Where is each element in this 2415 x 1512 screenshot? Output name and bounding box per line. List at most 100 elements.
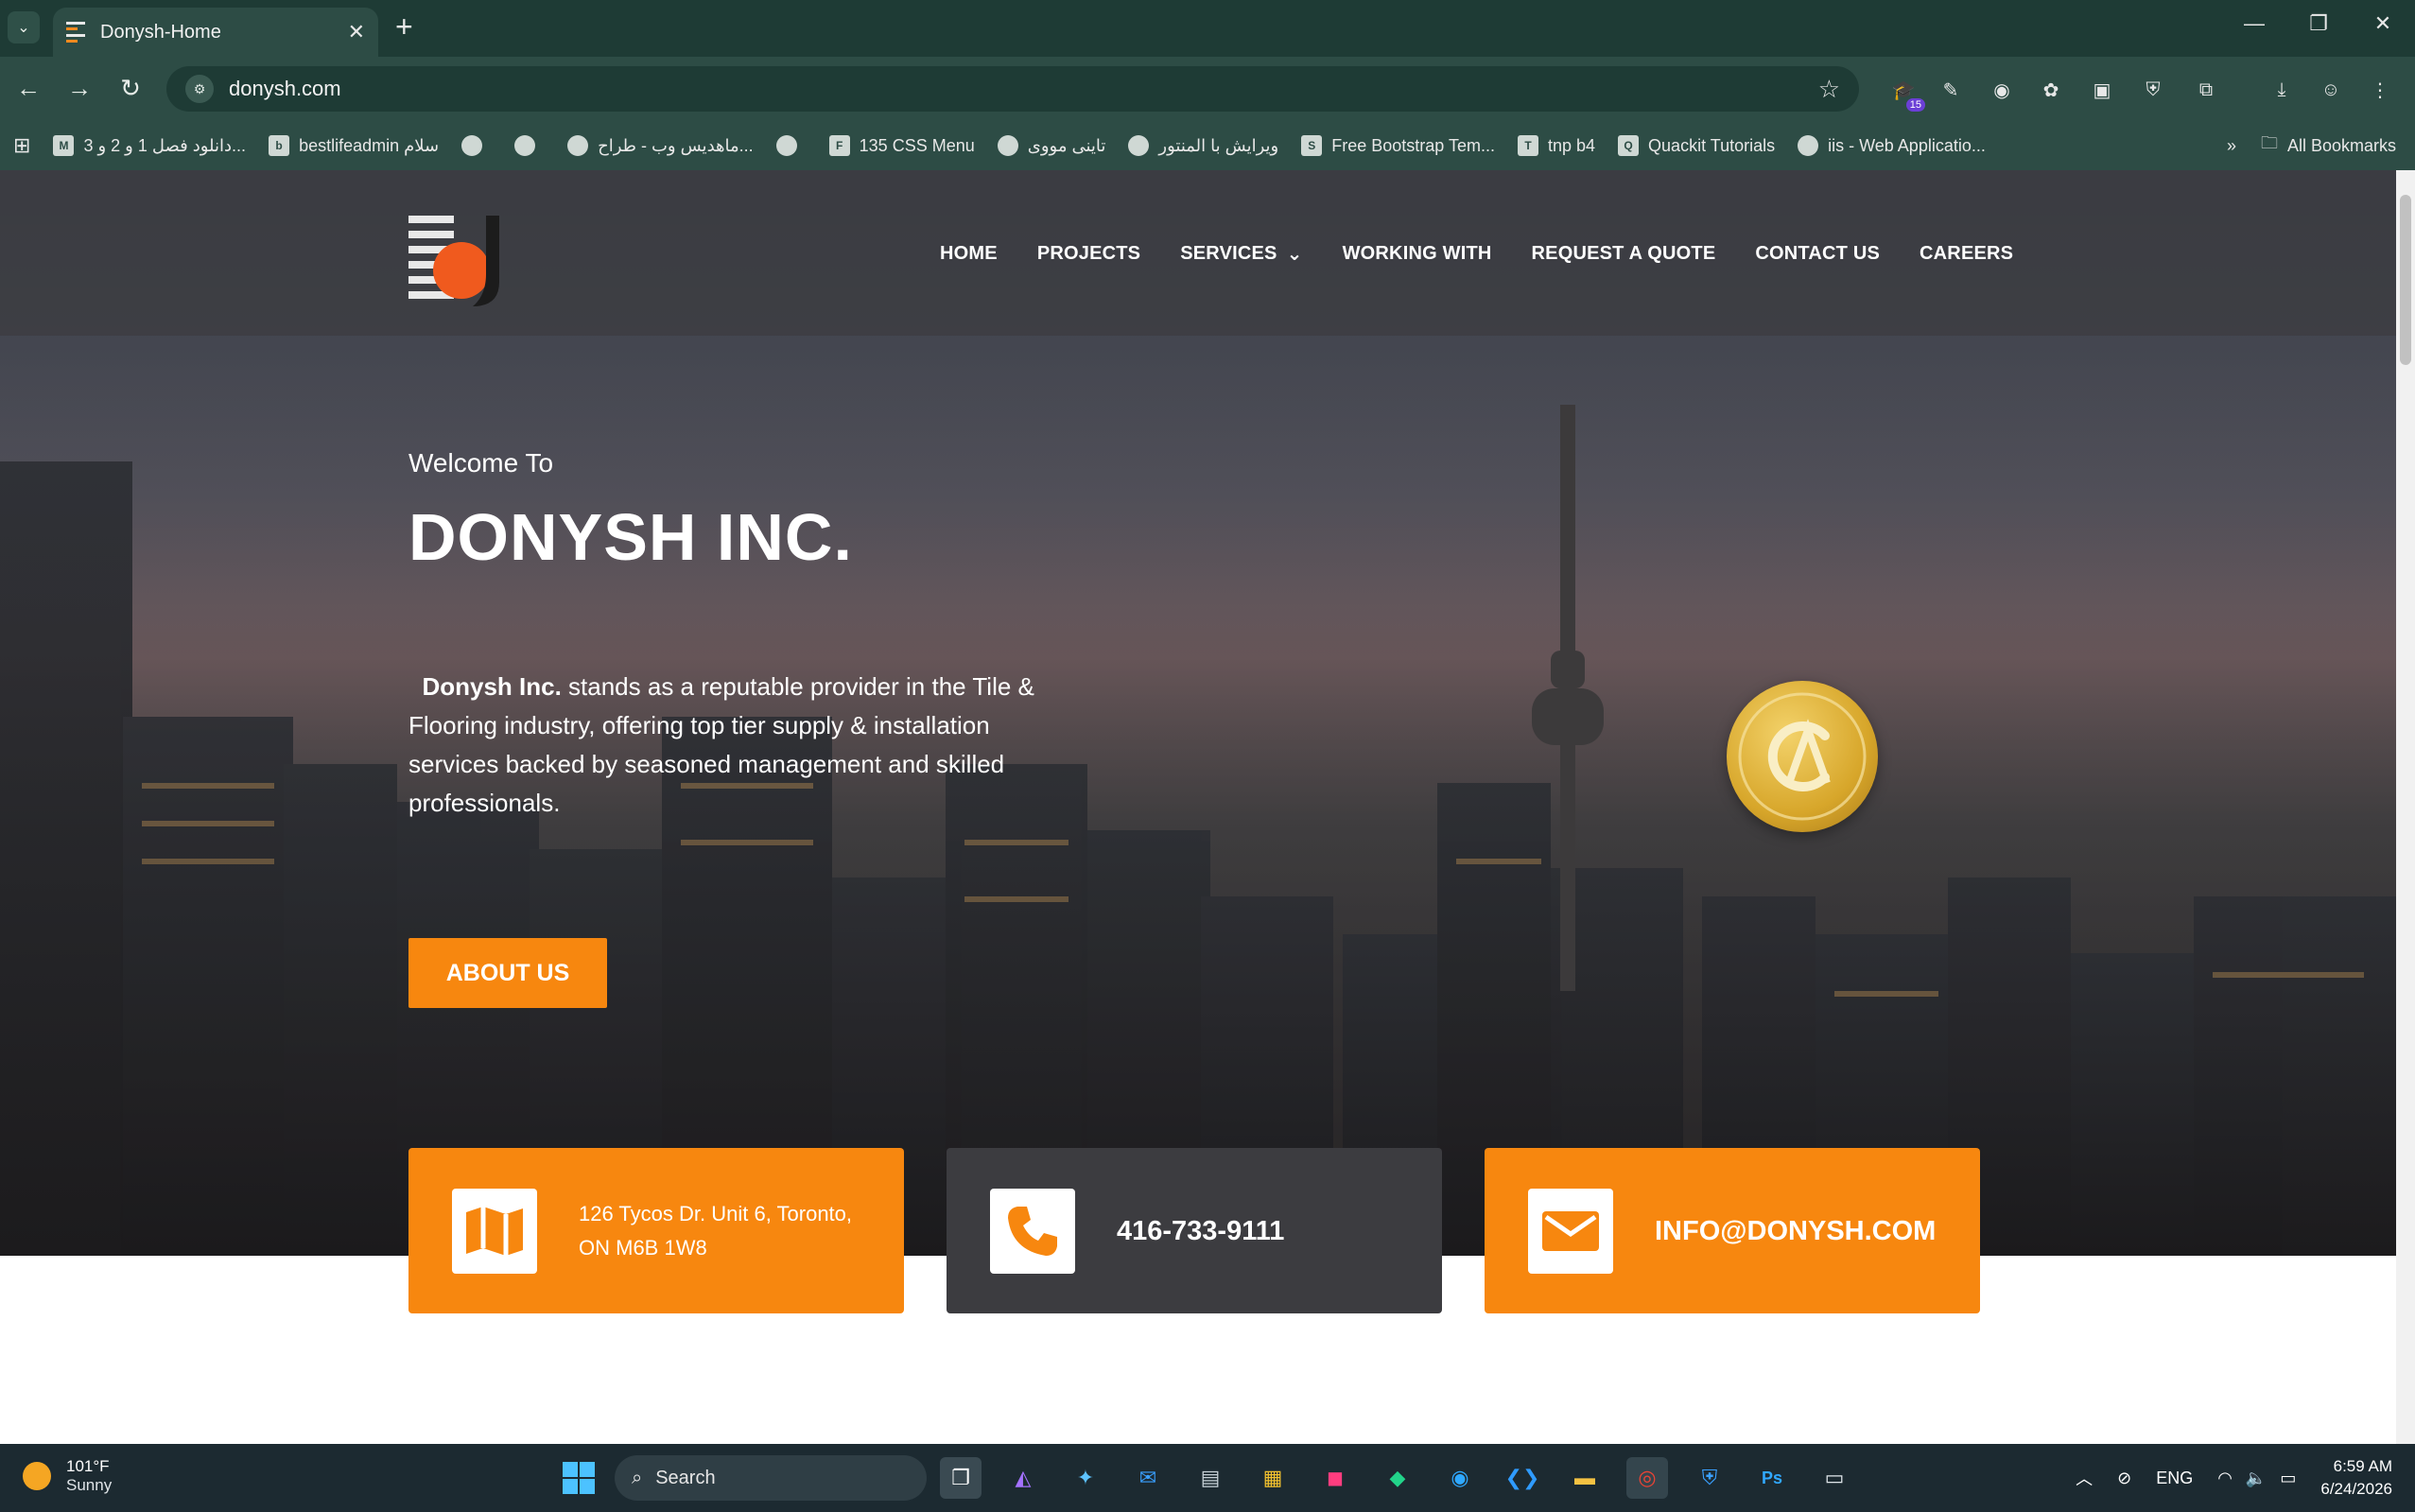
bookmark-item[interactable]: تاینی مووی bbox=[997, 135, 1105, 156]
pen-extension-icon[interactable]: ✎ bbox=[1935, 74, 1967, 106]
bookmark-item[interactable]: M دانلود فصل 1 و 2 و 3... bbox=[53, 135, 246, 156]
volume-icon[interactable]: 🔈 bbox=[2246, 1469, 2267, 1488]
sun-icon bbox=[23, 1462, 51, 1490]
chevron-down-icon: ⌄ bbox=[1286, 244, 1303, 265]
extension-puzzle-icon[interactable]: 🎓 15 bbox=[1887, 74, 1925, 112]
chrome-icon[interactable]: ◎ bbox=[1626, 1457, 1668, 1499]
nav-item-working-with[interactable]: WORKING WITH bbox=[1343, 242, 1492, 266]
bookmark-item[interactable]: S Free Bootstrap Tem... bbox=[1301, 135, 1495, 156]
bookmark-item[interactable]: F 135 CSS Menu bbox=[828, 135, 975, 156]
bookmark-favicon-icon bbox=[1128, 135, 1150, 156]
menu-dots-icon[interactable]: ⋮ bbox=[2364, 74, 2396, 106]
url-text[interactable]: donysh.com bbox=[229, 77, 1818, 101]
nav-item-careers[interactable]: CAREERS bbox=[1920, 242, 2013, 266]
bookmark-item[interactable]: Q Quackit Tutorials bbox=[1618, 135, 1775, 156]
address-card: 126 Tycos Dr. Unit 6, Toronto, ON M6B 1W… bbox=[408, 1148, 904, 1313]
defender-icon[interactable]: ⛨ bbox=[1689, 1457, 1730, 1499]
visual-studio-icon[interactable]: ◭ bbox=[1002, 1457, 1044, 1499]
vscode-icon[interactable]: ❮❯ bbox=[1502, 1457, 1543, 1499]
bookmark-favicon-icon: F bbox=[828, 135, 850, 156]
bookmark-item[interactable]: Ttnp b4 bbox=[1518, 135, 1595, 156]
window-extension-icon[interactable]: ▣ bbox=[2086, 74, 2118, 106]
file-manager-icon[interactable]: ▤ bbox=[1190, 1457, 1231, 1499]
download-icon[interactable]: ⤓ bbox=[2266, 74, 2298, 106]
bookmark-star-icon[interactable]: ☆ bbox=[1818, 75, 1840, 104]
photoshop-icon[interactable]: Ps bbox=[1751, 1457, 1793, 1499]
bookmark-item[interactable] bbox=[461, 135, 492, 156]
task-view-icon[interactable]: ❐ bbox=[940, 1457, 982, 1499]
back-icon[interactable]: ← bbox=[9, 74, 47, 103]
email-address[interactable]: INFO@DONYSH.COM bbox=[1655, 1214, 1936, 1248]
bookmark-item[interactable] bbox=[514, 135, 545, 156]
bookmark-item[interactable]: ماهدیس وب - طراح... bbox=[567, 135, 754, 156]
copilot-icon[interactable]: ✦ bbox=[1065, 1457, 1106, 1499]
weather-widget[interactable]: 101°F Sunny bbox=[23, 1457, 112, 1495]
address-text: 126 Tycos Dr. Unit 6, Toronto, ON M6B 1W… bbox=[579, 1201, 853, 1260]
address-bar[interactable]: ⚙ donysh.com ☆ bbox=[166, 66, 1859, 112]
edge-icon[interactable]: ◉ bbox=[1439, 1457, 1481, 1499]
extension-badge: 15 bbox=[1905, 98, 1925, 112]
forward-icon[interactable]: → bbox=[61, 74, 98, 103]
outlook-icon[interactable]: ✉ bbox=[1127, 1457, 1169, 1499]
bookmark-item[interactable]: b bestlifeadmin سلام bbox=[269, 135, 439, 156]
site-header: HOME PROJECTS SERVICES ⌄ WORKING WITH REQUES… bbox=[0, 170, 2396, 336]
nav-item-projects[interactable]: PROJECTS bbox=[1037, 242, 1140, 266]
file-explorer-icon[interactable]: ▬ bbox=[1564, 1457, 1606, 1499]
new-tab-button[interactable]: + bbox=[395, 9, 413, 44]
location-off-icon[interactable]: ⊘ bbox=[2117, 1469, 2131, 1488]
windows-start-icon[interactable] bbox=[558, 1457, 599, 1499]
email-card: INFO@DONYSH.COM bbox=[1485, 1148, 1980, 1313]
bookmark-favicon-icon bbox=[514, 135, 536, 156]
pycharm-icon[interactable]: ◆ bbox=[1377, 1457, 1418, 1499]
all-bookmarks-button[interactable]: 🗀 All Bookmarks bbox=[2261, 131, 2396, 160]
nav-label: CONTACT US bbox=[1755, 243, 1881, 264]
nav-item-home[interactable]: HOME bbox=[940, 242, 998, 266]
profile-avatar[interactable]: ☺ bbox=[2315, 74, 2347, 106]
restore-icon[interactable]: ❐ bbox=[2300, 11, 2337, 36]
intro-paragraph: Donysh Inc. stands as a reputable provid… bbox=[408, 668, 1070, 823]
apps-grid-icon[interactable]: ⊞ bbox=[13, 133, 30, 158]
colorful-extension-icon[interactable]: ✿ bbox=[2035, 74, 2067, 106]
camera-extension-icon[interactable]: ◉ bbox=[1986, 74, 2018, 106]
battery-icon[interactable]: ▭ bbox=[2280, 1469, 2296, 1488]
bookmark-item[interactable]: iis - Web Applicatio... bbox=[1798, 135, 1986, 156]
bookmark-favicon-icon: T bbox=[1518, 135, 1538, 156]
language-indicator[interactable]: ENG bbox=[2156, 1469, 2193, 1488]
bookmark-item[interactable] bbox=[775, 135, 807, 156]
more-bookmarks-icon[interactable]: » bbox=[2227, 136, 2236, 156]
active-tab[interactable]: Donysh-Home ✕ bbox=[53, 8, 378, 57]
nav-label: WORKING WITH bbox=[1342, 243, 1492, 264]
nav-item-services[interactable]: SERVICES ⌄ bbox=[1180, 242, 1302, 266]
minimize-icon[interactable]: — bbox=[2235, 11, 2273, 36]
web-page: HOME PROJECTS SERVICES ⌄ WORKING WITH REQUES… bbox=[0, 170, 2396, 1444]
taskbar-search[interactable]: ⌕ Search bbox=[615, 1455, 927, 1501]
weather-temp: 101°F bbox=[66, 1457, 110, 1475]
bookmarks-bar: ⊞ M دانلود فصل 1 و 2 و 3... b bestlifeadmin… bbox=[0, 121, 2415, 170]
about-us-button[interactable]: ABOUT US bbox=[408, 938, 607, 1008]
bookmark-label: Free Bootstrap Tem... bbox=[1331, 135, 1495, 155]
site-favicon-icon bbox=[66, 22, 85, 43]
donysh-logo[interactable] bbox=[408, 216, 499, 306]
bookmark-item[interactable]: ویرایش با المنتور bbox=[1128, 135, 1278, 156]
nav-item-contact-us[interactable]: CONTACT US bbox=[1755, 242, 1880, 266]
wifi-icon[interactable]: ◠ bbox=[2217, 1469, 2233, 1488]
phone-number[interactable]: 416-733-9111 bbox=[1117, 1214, 1284, 1248]
nav-item-request-a-quote[interactable]: REQUEST A QUOTE bbox=[1532, 242, 1716, 266]
phone-icon bbox=[990, 1188, 1075, 1274]
nav-label: SERVICES bbox=[1180, 243, 1277, 264]
clock-date: 6/24/2026 bbox=[2320, 1480, 2392, 1498]
intellij-icon[interactable]: ◼ bbox=[1314, 1457, 1356, 1499]
chevron-up-icon[interactable]: ︿ bbox=[2076, 1466, 2093, 1490]
microsoft-store-icon[interactable]: ▦ bbox=[1252, 1457, 1294, 1499]
extensions-icon[interactable]: ⧉ bbox=[2190, 74, 2222, 106]
site-info-icon[interactable]: ⚙ bbox=[185, 75, 214, 103]
tab-search-button[interactable]: ⌄ bbox=[8, 11, 40, 43]
shield-extension-icon[interactable]: ⛨ bbox=[2137, 74, 2169, 106]
reload-icon[interactable]: ↻ bbox=[112, 74, 149, 103]
bookmark-label: دانلود فصل 1 و 2 و 3... bbox=[83, 135, 247, 155]
clock[interactable]: 6:59 AM 6/24/2026 bbox=[2320, 1455, 2392, 1501]
close-window-icon[interactable]: ✕ bbox=[2364, 11, 2402, 36]
scrollbar-thumb[interactable] bbox=[2400, 195, 2411, 365]
terminal-icon[interactable]: ▭ bbox=[1814, 1457, 1855, 1499]
close-tab-icon[interactable]: ✕ bbox=[348, 20, 365, 44]
